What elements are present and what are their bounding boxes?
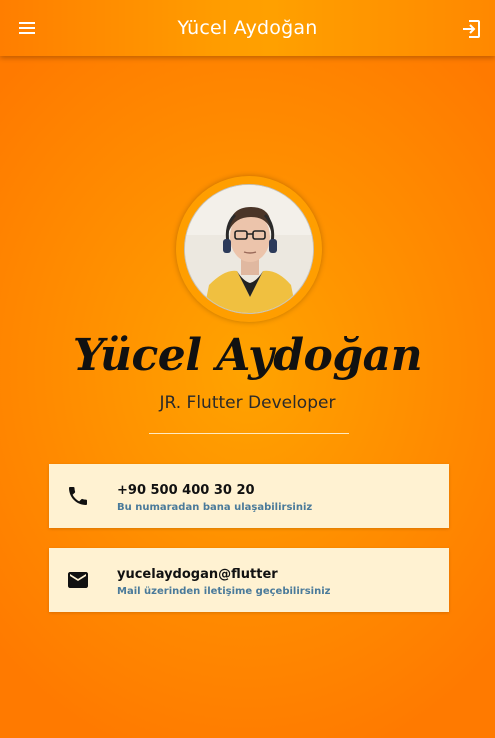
avatar: [184, 184, 314, 314]
phone-card[interactable]: +90 500 400 30 20 Bu numaradan bana ulaş…: [49, 464, 449, 528]
email-subtitle: Mail üzerinden iletişime geçebilirsiniz: [117, 586, 331, 597]
mail-icon: [68, 572, 88, 588]
profile-role: JR. Flutter Developer: [159, 393, 336, 413]
email-address: yucelaydogan@flutter: [117, 567, 278, 582]
login-icon[interactable]: [460, 18, 482, 40]
phone-icon: [69, 487, 87, 505]
app-bar: Yücel Aydoğan: [0, 0, 495, 56]
profile-name: Yücel Aydoğan: [72, 330, 423, 381]
divider: [149, 433, 349, 434]
menu-icon[interactable]: [17, 18, 37, 38]
phone-number: +90 500 400 30 20: [117, 483, 255, 498]
mail-card[interactable]: yucelaydogan@flutter Mail üzerinden ilet…: [49, 548, 449, 612]
phone-subtitle: Bu numaradan bana ulaşabilirsiniz: [117, 502, 313, 513]
avatar-ring: [176, 176, 322, 322]
app-title: Yücel Aydoğan: [177, 17, 318, 39]
profile-photo: [185, 185, 313, 313]
